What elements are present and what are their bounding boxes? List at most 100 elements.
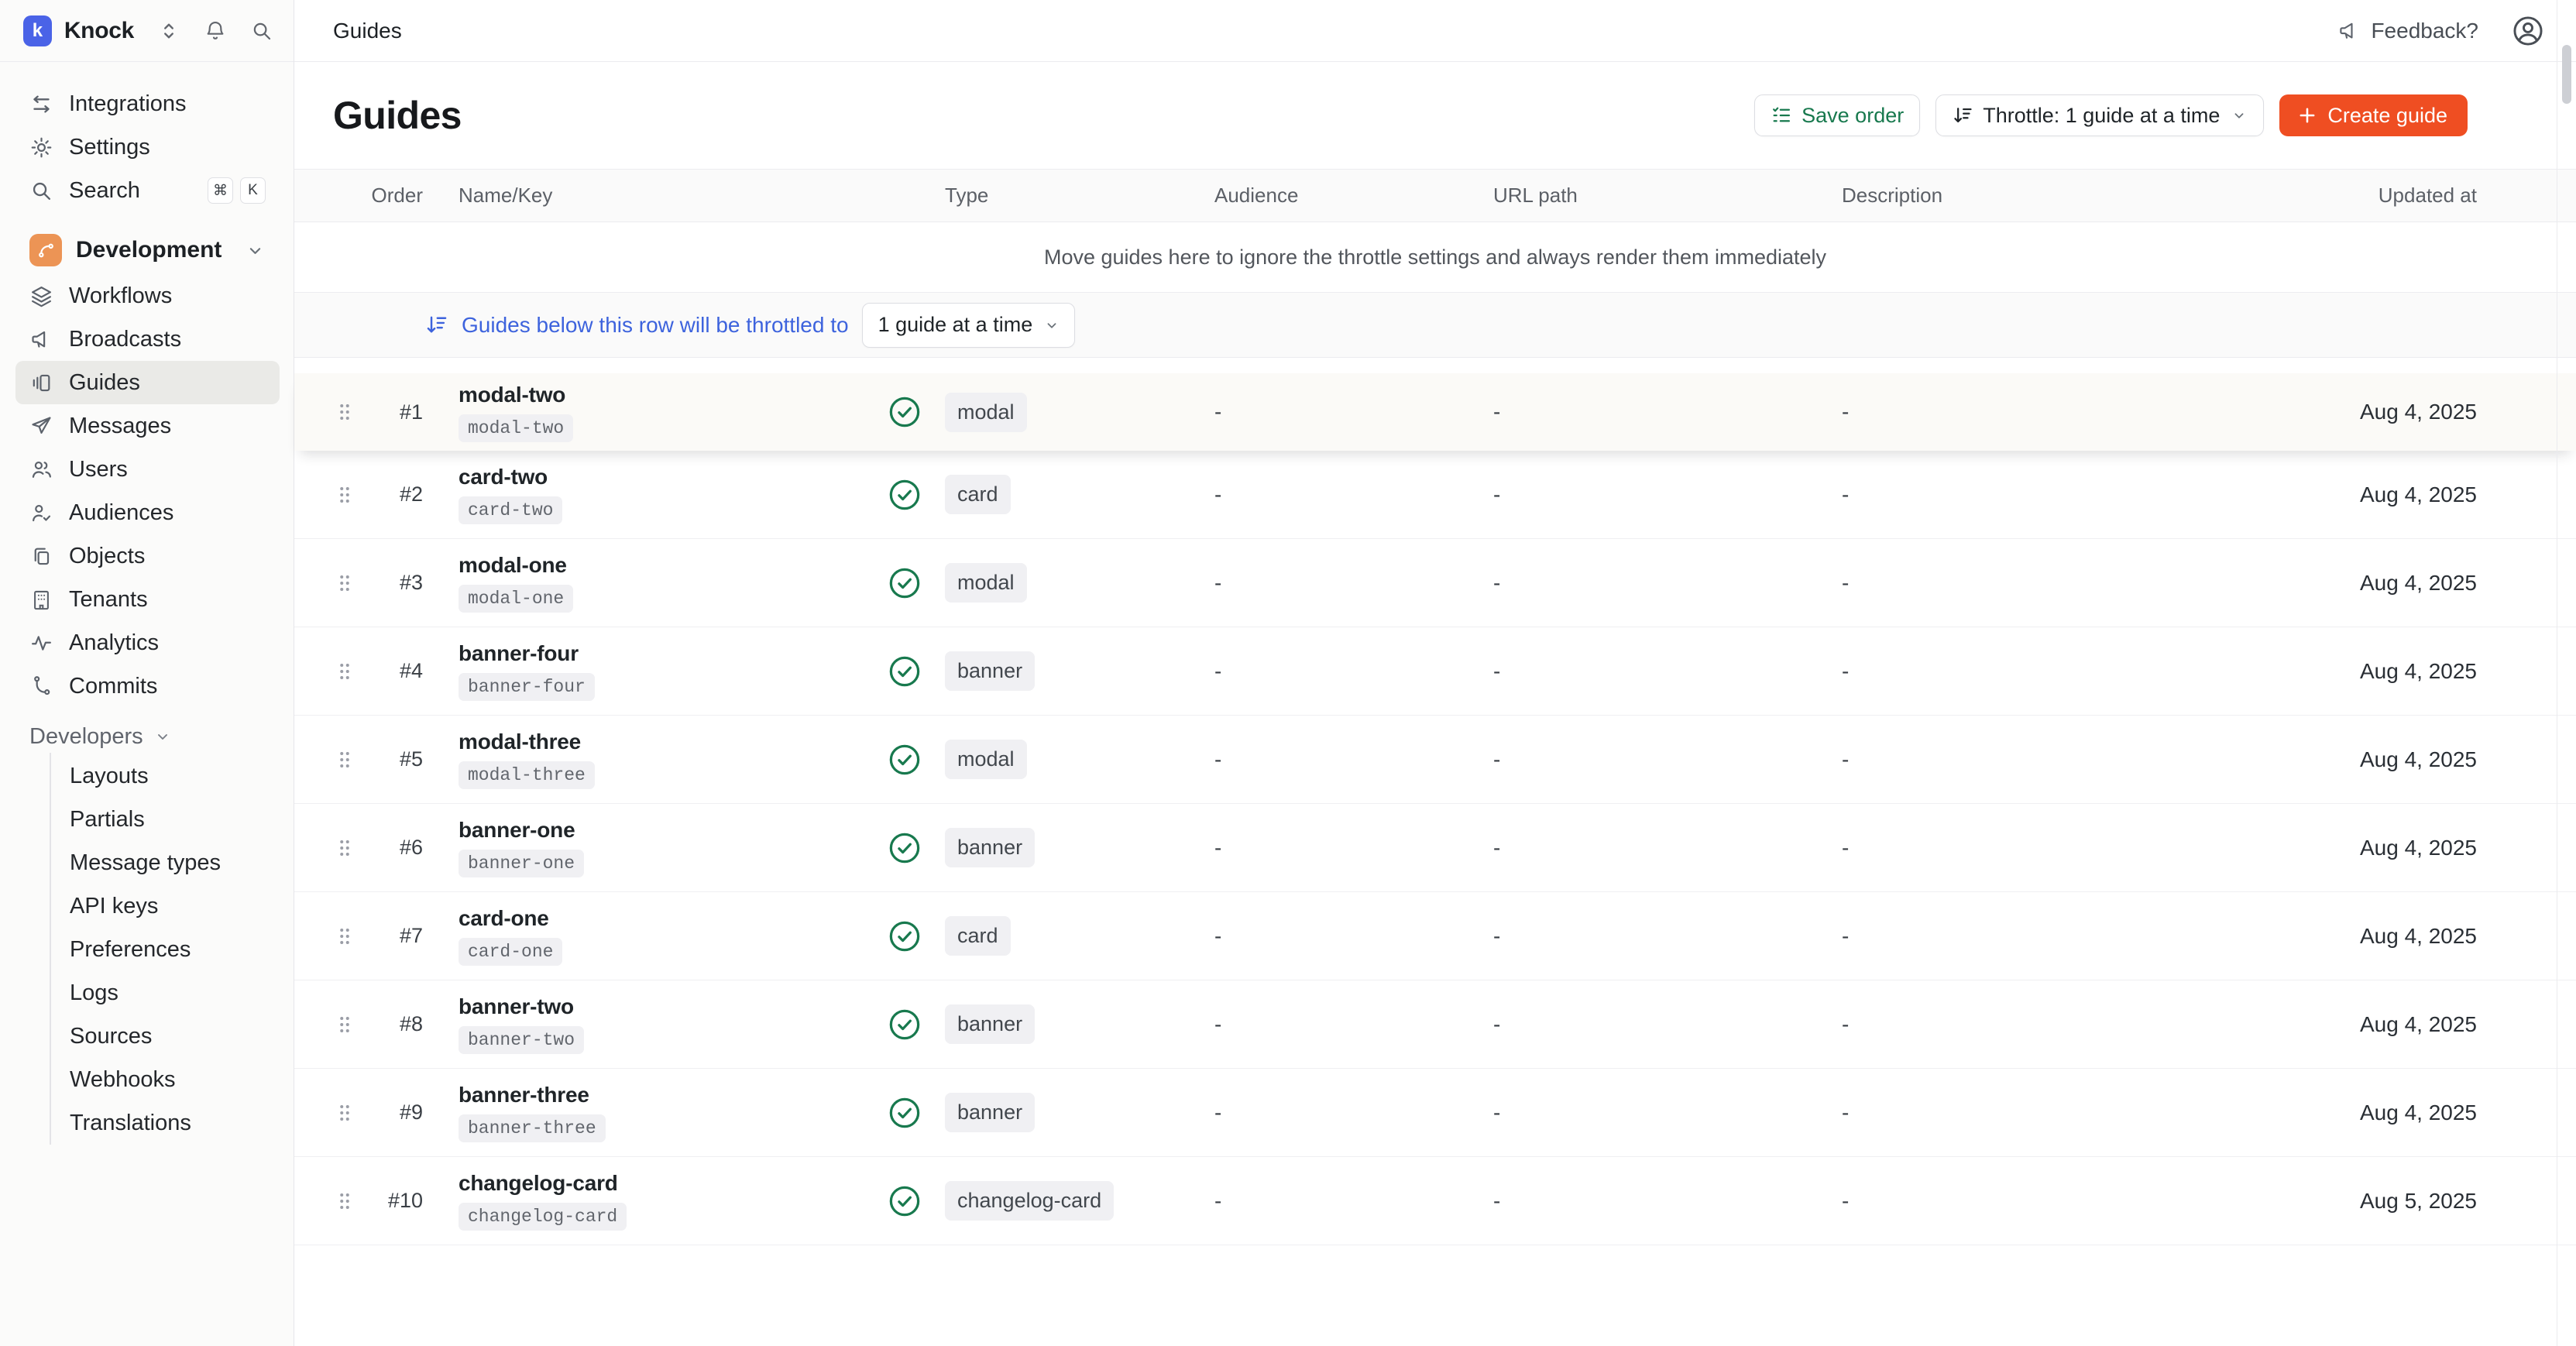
sidebar-item-messages[interactable]: Messages bbox=[15, 404, 280, 448]
notifications-bell-icon[interactable] bbox=[204, 19, 227, 43]
url-path-cell: - bbox=[1478, 571, 1826, 596]
guide-order: #5 bbox=[370, 747, 431, 771]
drag-handle[interactable] bbox=[333, 925, 370, 948]
throttle-value-select[interactable]: 1 guide at a time bbox=[862, 303, 1076, 348]
guide-type-badge: banner bbox=[945, 1093, 1035, 1132]
search-icon bbox=[29, 179, 53, 203]
guide-name[interactable]: card-two bbox=[459, 465, 548, 489]
table-row[interactable]: #6 banner-one banner-one banner - - bbox=[294, 804, 2576, 892]
ignore-throttle-dropzone[interactable]: Move guides here to ignore the throttle … bbox=[294, 222, 2576, 293]
sidebar-item-settings[interactable]: Settings bbox=[15, 125, 280, 169]
grip-dots-icon bbox=[333, 1190, 356, 1213]
sidebar-item-workflows[interactable]: Workflows bbox=[15, 274, 280, 318]
grip-dots-icon bbox=[333, 1013, 356, 1036]
guide-order: #9 bbox=[370, 1100, 431, 1125]
user-avatar[interactable] bbox=[2511, 14, 2545, 48]
guides-rows: #1 modal-two modal-two modal - - bbox=[294, 373, 2576, 1245]
guide-name[interactable]: card-one bbox=[459, 906, 549, 931]
sidebar-item-search[interactable]: Search ⌘ K bbox=[15, 169, 280, 212]
git-branch-icon bbox=[36, 240, 57, 261]
guide-name[interactable]: banner-four bbox=[459, 641, 579, 666]
grip-dots-icon bbox=[333, 483, 356, 506]
drag-handle[interactable] bbox=[333, 660, 370, 683]
check-circle-icon bbox=[887, 477, 922, 513]
table-row[interactable]: #1 modal-two modal-two modal - - bbox=[294, 373, 2576, 451]
description-cell: - bbox=[1826, 571, 2260, 596]
sidebar-item-sources[interactable]: Sources bbox=[51, 1015, 280, 1058]
table-row[interactable]: #5 modal-three modal-three modal - - bbox=[294, 716, 2576, 804]
search-icon[interactable] bbox=[250, 19, 273, 43]
sidebar-item-label: Workflows bbox=[69, 283, 172, 309]
sidebar-item-analytics[interactable]: Analytics bbox=[15, 621, 280, 664]
guides-panel-icon bbox=[29, 371, 53, 395]
save-order-button[interactable]: Save order bbox=[1754, 94, 1920, 136]
developers-section-toggle[interactable]: Developers bbox=[15, 720, 280, 753]
workspace-switcher-icon[interactable] bbox=[157, 19, 180, 43]
sidebar-item-message-types[interactable]: Message types bbox=[51, 841, 280, 884]
description-cell: - bbox=[1826, 924, 2260, 949]
sidebar-item-translations[interactable]: Translations bbox=[51, 1101, 280, 1145]
sidebar-item-partials[interactable]: Partials bbox=[51, 798, 280, 841]
throttle-divider-link[interactable]: Guides below this row will be throttled … bbox=[462, 313, 849, 338]
grip-dots-icon bbox=[333, 748, 356, 771]
sidebar-item-api-keys[interactable]: API keys bbox=[51, 884, 280, 928]
sidebar-item-preferences[interactable]: Preferences bbox=[51, 928, 280, 971]
create-guide-button[interactable]: Create guide bbox=[2279, 94, 2468, 136]
updated-at-cell: Aug 4, 2025 bbox=[2260, 482, 2576, 507]
column-header-description: Description bbox=[1826, 184, 2260, 208]
status-cell bbox=[874, 830, 936, 866]
sidebar-item-users[interactable]: Users bbox=[15, 448, 280, 491]
chevron-down-icon bbox=[2231, 107, 2248, 124]
sidebar-item-label: Users bbox=[69, 457, 128, 482]
sidebar-item-objects[interactable]: Objects bbox=[15, 534, 280, 578]
megaphone-icon bbox=[2337, 19, 2361, 43]
type-cell: card bbox=[936, 916, 1199, 956]
guide-name[interactable]: modal-three bbox=[459, 730, 581, 754]
audience-cell: - bbox=[1199, 1100, 1478, 1125]
guide-name[interactable]: banner-three bbox=[459, 1083, 589, 1107]
guide-name[interactable]: modal-two bbox=[459, 383, 565, 407]
drag-handle[interactable] bbox=[333, 1190, 370, 1213]
drag-handle[interactable] bbox=[333, 572, 370, 595]
sidebar-item-broadcasts[interactable]: Broadcasts bbox=[15, 318, 280, 361]
drag-handle[interactable] bbox=[333, 1013, 370, 1036]
plus-icon bbox=[2296, 105, 2318, 126]
guide-name[interactable]: banner-two bbox=[459, 994, 574, 1019]
sidebar-item-layouts[interactable]: Layouts bbox=[51, 754, 280, 798]
guide-order: #10 bbox=[370, 1189, 431, 1213]
sidebar-item-guides[interactable]: Guides bbox=[15, 361, 280, 404]
drag-handle[interactable] bbox=[333, 1101, 370, 1125]
sidebar-item-tenants[interactable]: Tenants bbox=[15, 578, 280, 621]
sidebar-item-audiences[interactable]: Audiences bbox=[15, 491, 280, 534]
drag-handle[interactable] bbox=[333, 836, 370, 860]
table-row[interactable]: #8 banner-two banner-two banner - - bbox=[294, 980, 2576, 1069]
environment-switcher[interactable]: Development bbox=[15, 226, 280, 274]
table-row[interactable]: #10 changelog-card changelog-card change… bbox=[294, 1157, 2576, 1245]
sidebar-item-logs[interactable]: Logs bbox=[51, 971, 280, 1015]
table-row[interactable]: #4 banner-four banner-four banner - - bbox=[294, 627, 2576, 716]
guide-type-badge: card bbox=[945, 916, 1011, 956]
table-row[interactable]: #3 modal-one modal-one modal - - bbox=[294, 539, 2576, 627]
table-row[interactable]: #7 card-one card-one card - - bbox=[294, 892, 2576, 980]
guide-type-badge: modal bbox=[945, 563, 1027, 603]
feedback-button[interactable]: Feedback? bbox=[2337, 19, 2478, 43]
updated-at-cell: Aug 4, 2025 bbox=[2260, 1100, 2576, 1125]
sidebar-item-commits[interactable]: Commits bbox=[15, 664, 280, 708]
drag-handle[interactable] bbox=[333, 483, 370, 506]
guide-name[interactable]: banner-one bbox=[459, 818, 575, 843]
throttle-dropdown-button[interactable]: Throttle: 1 guide at a time bbox=[1935, 94, 2264, 136]
guide-name-cell: modal-one modal-one bbox=[431, 553, 874, 613]
sidebar-item-webhooks[interactable]: Webhooks bbox=[51, 1058, 280, 1101]
sidebar-item-integrations[interactable]: Integrations bbox=[15, 82, 280, 125]
drag-handle[interactable] bbox=[333, 748, 370, 771]
table-row[interactable]: #9 banner-three banner-three banner - - bbox=[294, 1069, 2576, 1157]
guide-key-badge: modal-three bbox=[459, 761, 595, 789]
column-header-order: Order bbox=[370, 184, 431, 208]
guide-type-badge: banner bbox=[945, 651, 1035, 691]
guide-name[interactable]: modal-one bbox=[459, 553, 567, 578]
grip-dots-icon bbox=[333, 400, 356, 424]
table-row[interactable]: #2 card-two card-two card - - bbox=[294, 451, 2576, 539]
drag-handle[interactable] bbox=[333, 400, 370, 424]
guide-name[interactable]: changelog-card bbox=[459, 1171, 618, 1196]
sidebar-item-label: Tenants bbox=[69, 587, 148, 613]
